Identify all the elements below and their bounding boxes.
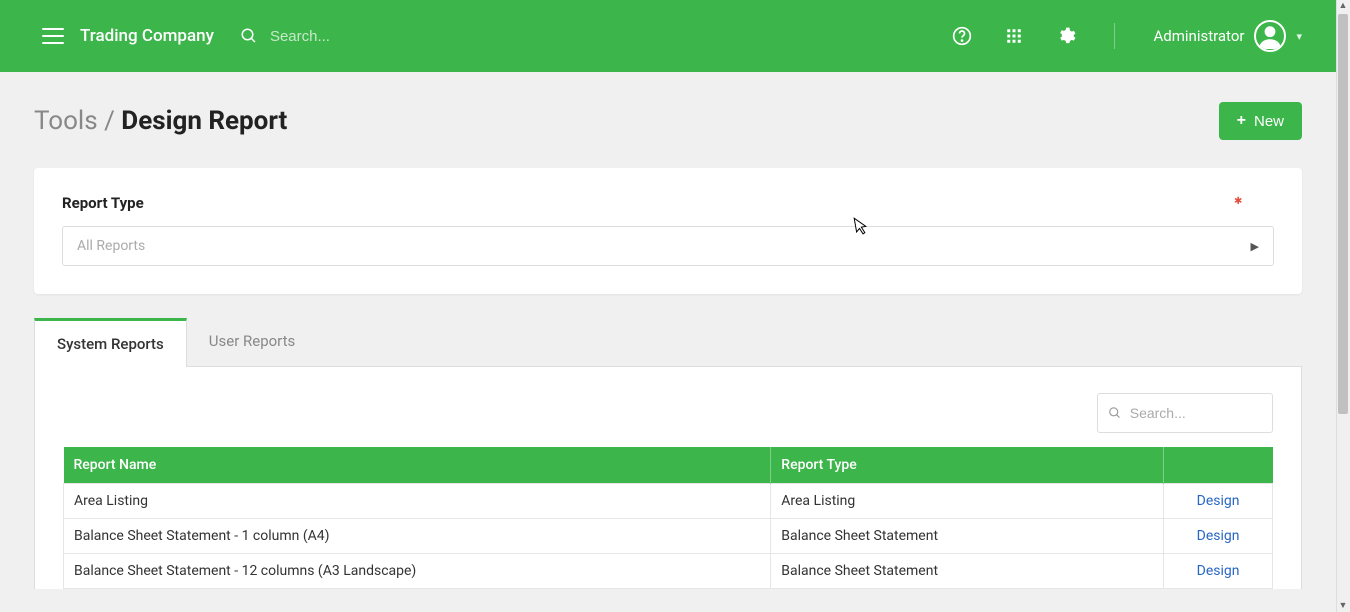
avatar [1254, 20, 1286, 52]
divider [1114, 23, 1115, 49]
tab-panel: Report Name Report Type Area ListingArea… [34, 367, 1302, 589]
menu-icon[interactable] [42, 28, 64, 44]
breadcrumb-sep: / [98, 106, 122, 136]
design-link[interactable]: Design [1164, 484, 1273, 519]
design-link[interactable]: Design [1164, 554, 1273, 589]
page-title: Design Report [121, 106, 287, 136]
cell-report-name: Balance Sheet Statement - 1 column (A4) [64, 519, 771, 554]
cell-report-name: Area Listing [64, 484, 771, 519]
scroll-up-icon[interactable]: ▲ [1338, 0, 1348, 12]
reports-table: Report Name Report Type Area ListingArea… [63, 447, 1273, 589]
table-row: Balance Sheet Statement - 1 column (A4)B… [64, 519, 1273, 554]
tab-user-reports[interactable]: User Reports [187, 318, 318, 366]
help-icon[interactable] [952, 26, 972, 46]
report-type-label: Report Type [62, 194, 1274, 212]
new-button-label: New [1254, 113, 1284, 130]
company-name[interactable]: Trading Company [80, 26, 214, 46]
user-name-label: Administrator [1153, 27, 1244, 45]
col-actions [1164, 447, 1273, 484]
cell-report-type: Balance Sheet Statement [771, 519, 1164, 554]
caret-right-icon: ▶ [1251, 240, 1259, 253]
global-search [240, 27, 953, 45]
cell-report-type: Balance Sheet Statement [771, 554, 1164, 589]
cell-report-type: Area Listing [771, 484, 1164, 519]
search-input[interactable] [270, 28, 470, 45]
design-link[interactable]: Design [1164, 519, 1273, 554]
report-type-select[interactable]: All Reports ▶ [62, 226, 1274, 266]
top-icons: Administrator ▾ [952, 20, 1302, 52]
table-row: Balance Sheet Statement - 12 columns (A3… [64, 554, 1273, 589]
filter-card: ✱ Report Type All Reports ▶ [34, 168, 1302, 294]
scrollbar-thumb[interactable] [1338, 14, 1348, 414]
table-header: Report Name Report Type [64, 447, 1273, 484]
plus-icon: + [1237, 112, 1246, 130]
scrollbar[interactable]: ▲ ▼ [1336, 0, 1350, 612]
table-search-input[interactable] [1130, 405, 1262, 421]
panel-toolbar [63, 393, 1273, 433]
tabs: System Reports User Reports [34, 318, 1302, 367]
scroll-down-icon[interactable]: ▼ [1338, 600, 1348, 612]
page-header: Tools / Design Report + New [34, 102, 1302, 140]
breadcrumb: Tools / Design Report [34, 106, 287, 136]
content-area: Tools / Design Report + New ✱ Report Typ… [0, 72, 1336, 589]
user-menu[interactable]: Administrator ▾ [1153, 20, 1302, 52]
table-row: Area ListingArea ListingDesign [64, 484, 1273, 519]
new-button[interactable]: + New [1219, 102, 1302, 140]
gear-icon[interactable] [1056, 26, 1076, 46]
breadcrumb-parent[interactable]: Tools [34, 106, 98, 136]
chevron-down-icon: ▾ [1296, 30, 1302, 43]
apps-icon[interactable] [1004, 26, 1024, 46]
top-bar: Trading Company [0, 0, 1336, 72]
select-placeholder: All Reports [77, 238, 145, 254]
table-search [1097, 393, 1273, 433]
search-icon [240, 27, 258, 45]
tab-system-reports[interactable]: System Reports [34, 318, 187, 367]
col-report-name[interactable]: Report Name [64, 447, 771, 484]
col-report-type[interactable]: Report Type [771, 447, 1164, 484]
search-icon [1108, 405, 1122, 421]
error-indicator: ✱ [1234, 196, 1242, 204]
cell-report-name: Balance Sheet Statement - 12 columns (A3… [64, 554, 771, 589]
